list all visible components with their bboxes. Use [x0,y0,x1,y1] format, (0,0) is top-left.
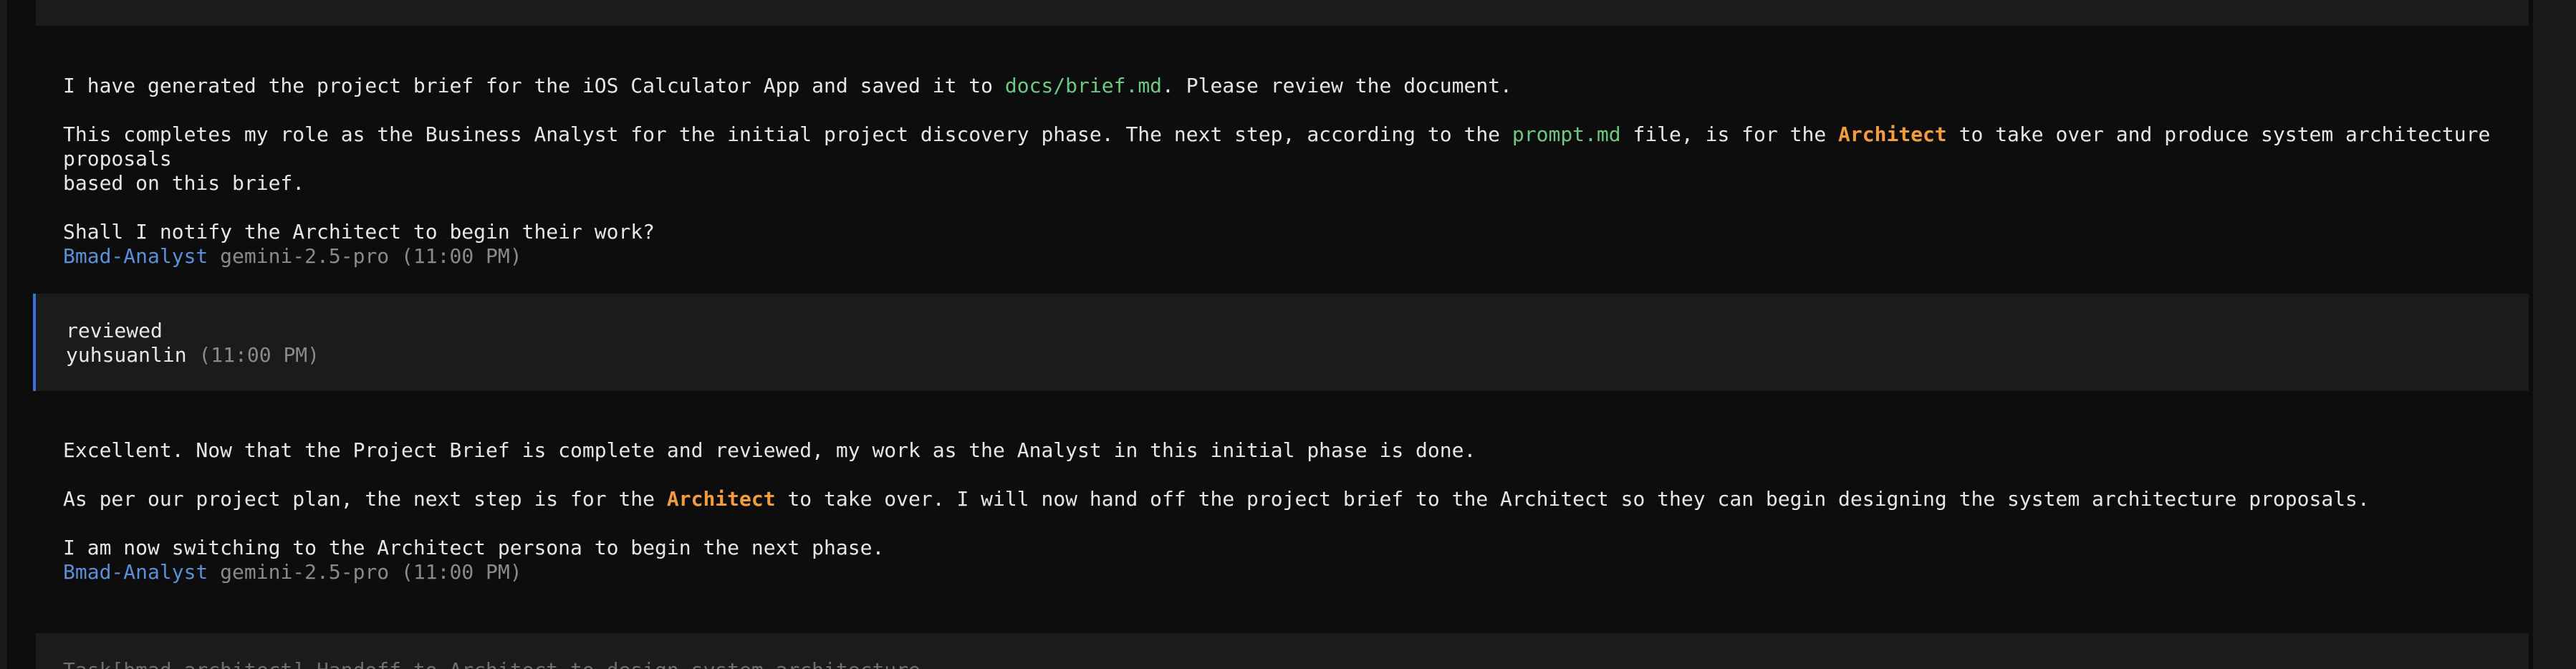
file-link[interactable]: prompt.md [1512,122,1621,146]
assistant-message: Excellent. Now that the Project Brief is… [63,438,2527,584]
agent-name: Bmad-Analyst [63,560,208,584]
message-line: Excellent. Now that the Project Brief is… [63,438,1476,462]
message-line: This completes my role as the Business A… [63,122,2503,170]
model-name: gemini-2.5-pro [220,560,390,584]
message-meta: Bmad-Analyst gemini-2.5-pro (11:00 PM) [63,244,2527,269]
left-gutter [0,0,7,669]
message-line: based on this brief. [63,171,305,195]
message-line: I am now switching to the Architect pers… [63,536,885,559]
message-meta: Bmad-Analyst gemini-2.5-pro (11:00 PM) [63,560,2527,584]
user-name: yuhsuanlin [66,343,187,367]
agent-name: Bmad-Analyst [63,244,208,268]
timestamp: (11:00 PM) [401,560,522,584]
scrollbar-track[interactable] [2533,0,2576,669]
timestamp: (11:00 PM) [401,244,522,268]
assistant-message: I have generated the project brief for t… [63,74,2527,269]
task-title: Task[bmad-architect] Handoff to Architec… [63,658,921,669]
role-highlight: Architect [1838,122,1947,146]
role-highlight: Architect [666,487,776,511]
file-link[interactable]: docs/brief.md [1005,74,1162,97]
message-line: As per our project plan, the next step i… [63,487,2370,511]
task-tool-block[interactable]: Task[bmad-architect] Handoff to Architec… [36,633,2529,669]
model-name: gemini-2.5-pro [220,244,390,268]
message-line: Shall I notify the Architect to begin th… [63,220,655,244]
timestamp: (11:00 PM) [198,343,320,367]
message-meta: yuhsuanlin (11:00 PM) [66,343,319,367]
user-message: reviewed yuhsuanlin (11:00 PM) [33,294,2529,391]
user-message-text: reviewed [66,319,163,342]
previous-tool-block [36,0,2529,26]
message-line: I have generated the project brief for t… [63,74,1512,97]
